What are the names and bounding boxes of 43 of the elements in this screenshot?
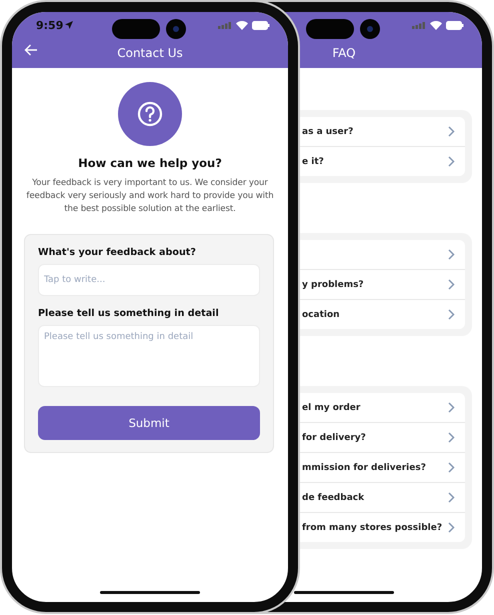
signal-icon — [218, 21, 232, 29]
faq-row[interactable]: de feedback — [300, 483, 465, 512]
back-arrow-icon — [24, 44, 38, 56]
battery-icon — [446, 20, 464, 30]
faq-row[interactable]: el my order — [300, 393, 465, 422]
submit-button[interactable]: Submit — [38, 406, 260, 440]
chevron-right-icon — [448, 522, 455, 533]
faq-row[interactable]: as a user? — [300, 117, 465, 146]
wifi-icon — [236, 20, 248, 30]
field-label: Please tell us something in detail — [38, 308, 220, 319]
signal-icon — [412, 21, 426, 29]
camera-icon — [166, 19, 186, 39]
field-label: What's your feedback about? — [38, 247, 197, 258]
chevron-right-icon — [448, 402, 455, 413]
faq-row[interactable]: ocation — [300, 300, 465, 329]
chevron-right-icon — [448, 462, 455, 473]
faq-row[interactable]: y problems? — [300, 270, 465, 299]
question-mark-icon — [137, 101, 163, 127]
dynamic-island — [306, 19, 354, 39]
back-button[interactable] — [22, 42, 40, 58]
chevron-right-icon — [448, 249, 455, 260]
chevron-right-icon — [448, 309, 455, 320]
camera-icon — [360, 19, 380, 39]
help-heading: How can we help you? — [78, 156, 222, 170]
intro-text: Your feedback is very important to us. We consider your feedback very seriously and work hard to provide you with the best possible solution at the earliest. — [25, 177, 275, 216]
chevron-right-icon — [448, 492, 455, 503]
chevron-right-icon — [448, 126, 455, 137]
faq-row[interactable]: from many stores possible? — [300, 513, 465, 542]
location-arrow-icon — [65, 21, 74, 29]
feedback-field[interactable]: Tap to write... — [38, 264, 260, 296]
detail-field[interactable]: Please tell us something in detail — [38, 325, 260, 387]
wifi-icon — [430, 20, 442, 30]
faq-row[interactable]: e it? — [300, 147, 465, 176]
dynamic-island — [112, 19, 160, 39]
battery-icon — [252, 20, 270, 30]
faq-row[interactable]: mmission for deliveries? — [300, 453, 465, 482]
faq-row[interactable]: for delivery? — [300, 423, 465, 452]
chevron-right-icon — [448, 432, 455, 443]
screen-title: Contact Us — [117, 46, 183, 60]
status-time: 9:59 — [36, 18, 74, 32]
screen-title: FAQ — [332, 46, 356, 60]
chevron-right-icon — [448, 156, 455, 167]
chevron-right-icon — [448, 279, 455, 290]
